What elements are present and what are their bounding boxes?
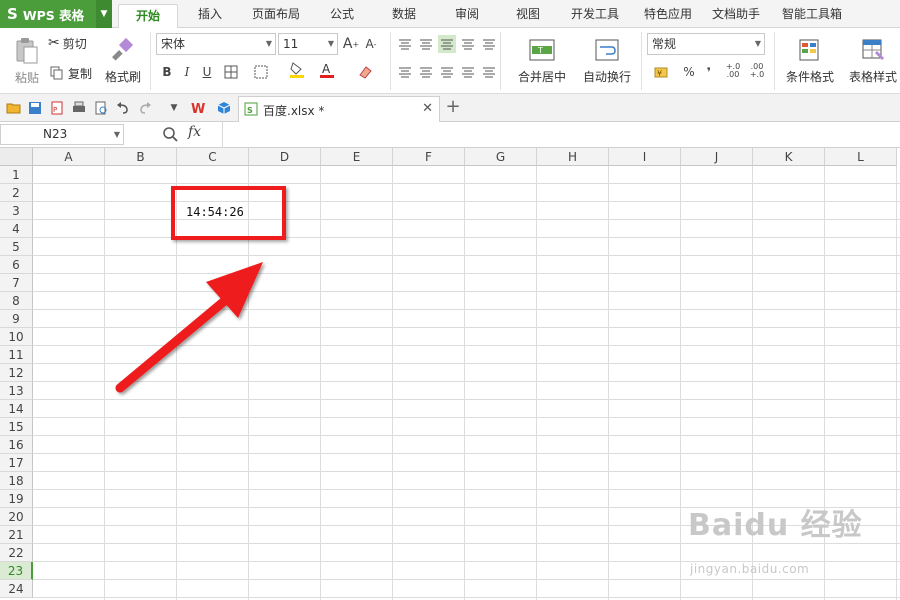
watermark-main: Baidu 经验 [688, 508, 863, 543]
spreadsheet-app: S WPS 表格 ▼ 开始 插入 页面布局 公式 数据 审阅 视图 开发工具 特色应用 文档助手智… [0, 0, 900, 600]
watermark-sub: jingyan.baidu.com [690, 562, 810, 576]
baidu-watermark: Baidu 经验 jingyan.baidu.com [688, 500, 863, 576]
